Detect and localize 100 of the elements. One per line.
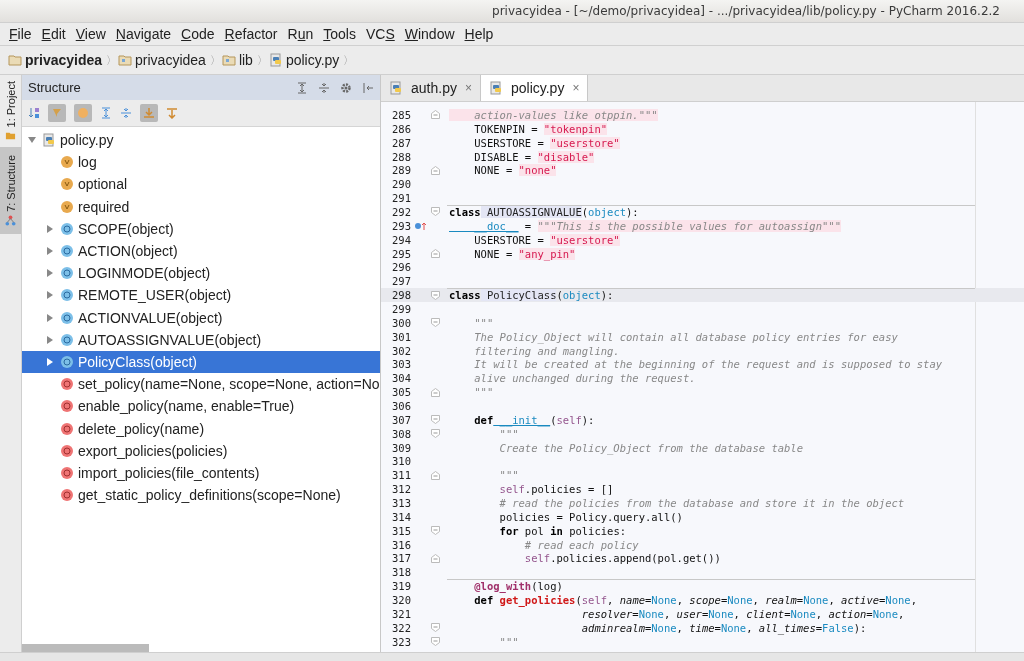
code-line: class PolicyClass(object): bbox=[449, 289, 614, 302]
python-file-icon bbox=[389, 81, 403, 95]
tree-item[interactable]: required bbox=[22, 195, 380, 218]
hide-icon[interactable] bbox=[362, 81, 374, 94]
tree-item[interactable]: policy.py bbox=[22, 129, 380, 152]
tree-item[interactable]: set_policy(name=None, scope=None, action=No bbox=[22, 373, 380, 396]
breadcrumb-item[interactable]: lib 〉 bbox=[221, 52, 269, 68]
tree-item[interactable]: ACTION(object) bbox=[22, 239, 380, 263]
collapse-icon[interactable] bbox=[318, 81, 330, 94]
line-number: 306 bbox=[391, 399, 411, 412]
fold-icon[interactable] bbox=[431, 110, 440, 120]
fold-icon[interactable] bbox=[431, 429, 440, 439]
tree-item[interactable]: REMOTE_USER(object) bbox=[22, 284, 380, 307]
collapsed-arrow-icon[interactable] bbox=[46, 313, 54, 322]
collapsed-arrow-icon[interactable] bbox=[46, 291, 54, 300]
tree-item[interactable]: SCOPE(object) bbox=[22, 217, 380, 240]
sort-icon[interactable] bbox=[28, 107, 40, 119]
collapsed-arrow-icon[interactable] bbox=[46, 269, 54, 278]
tree-item[interactable]: export_policies(policies) bbox=[22, 439, 380, 462]
menu-item[interactable]: Edit bbox=[36, 26, 71, 42]
fold-icon[interactable] bbox=[431, 387, 440, 397]
folder-icon bbox=[8, 53, 22, 67]
menu-item[interactable]: View bbox=[70, 26, 111, 42]
tree-item[interactable]: enable_policy(name, enable=True) bbox=[22, 395, 380, 418]
collapsed-arrow-icon[interactable] bbox=[46, 357, 54, 366]
class-icon bbox=[60, 221, 74, 236]
code-line: """ bbox=[498, 469, 519, 482]
collapsed-arrow-icon[interactable] bbox=[46, 224, 54, 233]
panel-title: Structure bbox=[28, 80, 81, 95]
fold-icon[interactable] bbox=[431, 553, 440, 563]
line-number: 297 bbox=[391, 275, 411, 288]
folder-icon bbox=[5, 130, 16, 142]
autoscroll-toggle[interactable] bbox=[140, 104, 158, 122]
menu-item[interactable]: Help bbox=[459, 26, 499, 42]
tree-item[interactable]: optional bbox=[22, 173, 380, 196]
fold-icon[interactable] bbox=[431, 415, 440, 425]
menu-item[interactable]: File bbox=[4, 26, 37, 42]
code-line: USERSTORE = "userstore" bbox=[473, 233, 620, 246]
code-line: """ bbox=[473, 386, 494, 399]
code-line: """ bbox=[498, 427, 519, 440]
tree-item[interactable]: AUTOASSIGNVALUE(object) bbox=[22, 328, 380, 351]
show-methods-toggle[interactable] bbox=[74, 104, 92, 122]
code-line: filtering and mangling. bbox=[473, 344, 620, 357]
tree-item[interactable]: log bbox=[22, 151, 380, 174]
menu-item[interactable]: Tools bbox=[318, 26, 361, 42]
tree-item[interactable]: ACTIONVALUE(object) bbox=[22, 306, 380, 329]
line-number: 319 bbox=[391, 580, 411, 593]
line-number: 310 bbox=[391, 455, 411, 468]
editor-tab[interactable]: auth.py × bbox=[381, 75, 481, 101]
line-number: 288 bbox=[391, 150, 411, 163]
menu-item[interactable]: Window bbox=[399, 26, 460, 42]
line-number: 314 bbox=[391, 510, 411, 523]
expanded-arrow-icon[interactable] bbox=[28, 136, 36, 145]
fold-icon[interactable] bbox=[431, 318, 440, 328]
close-button[interactable]: × bbox=[572, 81, 580, 95]
tree-item[interactable]: delete_policy(name) bbox=[22, 417, 380, 440]
collapse-all-icon[interactable] bbox=[120, 107, 132, 119]
menu-item[interactable]: Navigate bbox=[110, 26, 177, 42]
line-number: 321 bbox=[391, 607, 411, 620]
line-number: 307 bbox=[391, 413, 411, 426]
fold-icon[interactable] bbox=[431, 637, 440, 647]
line-number: 308 bbox=[391, 427, 411, 440]
show-fields-toggle[interactable] bbox=[48, 104, 66, 122]
fold-icon[interactable] bbox=[431, 623, 440, 633]
breadcrumb-item[interactable]: privacyidea 〉 bbox=[118, 52, 222, 68]
tool-window-tab[interactable]: 7: Structure bbox=[0, 147, 21, 235]
fold-icon[interactable] bbox=[431, 290, 440, 300]
upload-icon[interactable] bbox=[166, 107, 178, 119]
line-number: 298 bbox=[391, 289, 411, 302]
collapsed-arrow-icon[interactable] bbox=[46, 247, 54, 256]
fold-icon[interactable] bbox=[431, 249, 440, 258]
collapsed-arrow-icon[interactable] bbox=[46, 335, 54, 344]
menu-item[interactable]: Refactor bbox=[219, 26, 283, 42]
menu-item[interactable]: Code bbox=[176, 26, 220, 42]
code-line: adminrealm=None, time=None, all_times=False): bbox=[580, 621, 867, 634]
close-button[interactable]: × bbox=[464, 81, 472, 95]
settings-icon[interactable] bbox=[340, 81, 352, 94]
tree-item[interactable]: LOGINMODE(object) bbox=[22, 262, 380, 285]
menu-item[interactable]: Run bbox=[282, 26, 319, 42]
code-line: """ bbox=[473, 316, 494, 329]
tree-item[interactable]: import_policies(file_contents) bbox=[22, 461, 380, 484]
override-marker-icon[interactable] bbox=[414, 220, 428, 231]
expand-all-icon[interactable] bbox=[100, 107, 112, 119]
tree-item[interactable]: PolicyClass(object) bbox=[22, 350, 380, 374]
line-number: 296 bbox=[391, 261, 411, 274]
code-line: NONE = "none" bbox=[473, 164, 557, 177]
tool-window-tab[interactable]: 1: Project bbox=[0, 75, 21, 148]
breadcrumb-item[interactable]: privacyidea 〉 bbox=[8, 52, 119, 68]
expand-icon[interactable] bbox=[296, 81, 308, 94]
line-number: 285 bbox=[391, 108, 411, 121]
editor-tab[interactable]: policy.py × bbox=[480, 75, 589, 101]
fold-icon[interactable] bbox=[431, 165, 440, 175]
menu-item[interactable]: VCS bbox=[360, 26, 400, 42]
fold-icon[interactable] bbox=[431, 207, 440, 217]
tree-item[interactable]: get_static_policy_definitions(scope=None) bbox=[22, 484, 380, 507]
scrollbar[interactable] bbox=[22, 644, 149, 652]
fold-icon[interactable] bbox=[431, 470, 440, 480]
line-number: 287 bbox=[391, 136, 411, 149]
breadcrumb-item[interactable]: policy.py 〉 bbox=[268, 52, 356, 68]
fold-icon[interactable] bbox=[431, 526, 440, 536]
